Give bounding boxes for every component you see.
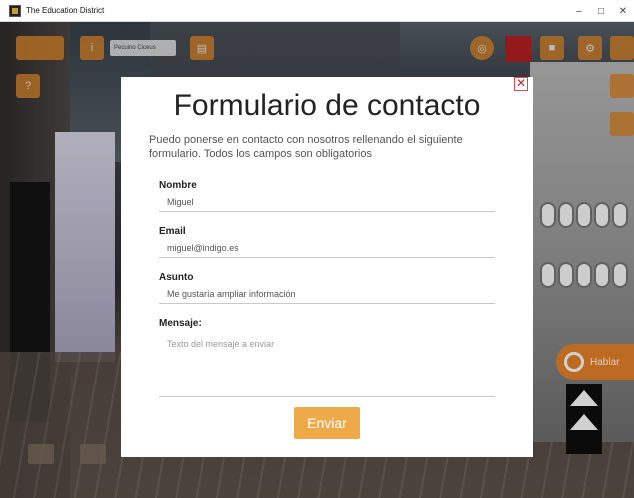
asunto-label: Asunto [159,272,194,283]
app-icon [9,4,21,17]
window-controls: – □ ✕ [568,0,634,22]
send-button[interactable]: Enviar [294,407,360,439]
form-description: Puedo ponerse en contacto con nosotros r… [149,134,463,160]
close-icon[interactable]: ✕ [514,77,528,91]
close-window-button[interactable]: ✕ [612,0,634,22]
asunto-field[interactable]: Me gustaría ampliar información [159,286,495,304]
mensaje-label: Mensaje: [159,318,202,329]
form-title: Formulario de contacto [173,89,481,122]
mensaje-textarea[interactable]: Texto del mensaje a enviar [159,333,495,397]
contact-form-modal: Formulario de contacto Puedo ponerse en … [121,77,533,457]
maximize-button[interactable]: □ [590,0,612,22]
window-title: The Education District [26,6,105,15]
minimize-button[interactable]: – [568,0,590,22]
nombre-label: Nombre [159,180,197,191]
nombre-field[interactable]: Miguel [159,194,495,212]
window-title-bar: The Education District – □ ✕ [0,0,634,22]
email-label: Email [159,226,186,237]
email-field[interactable]: miguel@indigo.es [159,240,495,258]
